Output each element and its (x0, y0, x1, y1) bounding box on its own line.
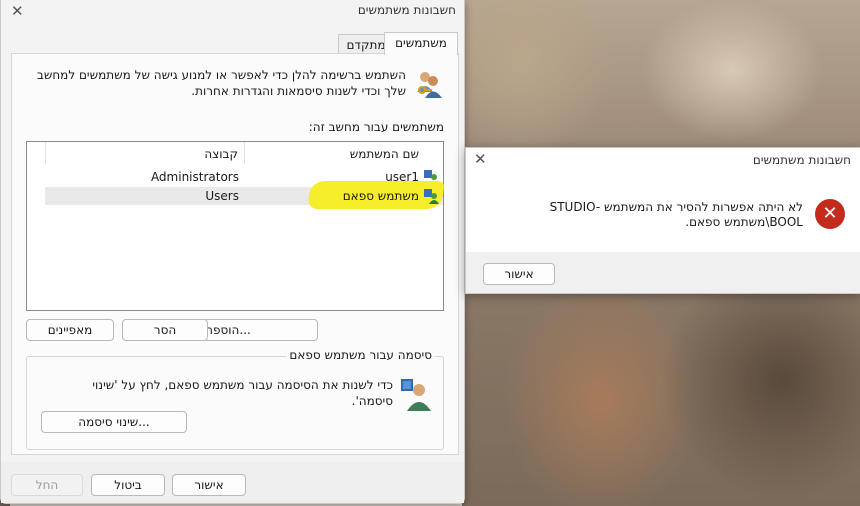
error-dialog: חשבונות משתמשים ✕ ✕ לא היתה אפשרות להסיר… (465, 147, 860, 294)
error-icon: ✕ (815, 199, 845, 229)
close-icon[interactable]: ✕ (11, 2, 24, 20)
password-groupbox: סיסמה עבור משתמש ספאם כדי לשנות את הסיסמ… (26, 348, 444, 450)
password-group-legend: סיסמה עבור משתמש ספאם (286, 348, 435, 362)
dialog-footer: אישור ביטול החל (1, 462, 464, 503)
title-bar: חשבונות משתמשים ✕ (1, 0, 464, 22)
row-username: משתמש ספאם (342, 189, 419, 203)
users-keys-icon (417, 72, 442, 98)
intro-text: השתמש ברשימה להלן כדי לאפשר או למנוע גיש… (36, 68, 406, 98)
user-accounts-dialog: חשבונות משתמשים ✕ משתמשים מתקדם השתמש בר… (0, 0, 465, 504)
password-help-text: כדי לשנות את הסיסמה עבור משתמש ספאם, לחץ… (92, 378, 393, 408)
column-header-group[interactable]: קבוצה (47, 142, 245, 164)
users-tab-panel: השתמש ברשימה להלן כדי לאפשר או למנוע גיש… (11, 53, 459, 455)
error-dialog-footer: אישור (466, 252, 860, 293)
user-icon (424, 189, 439, 204)
properties-button[interactable]: מאפיינים (26, 319, 114, 341)
column-header-username[interactable]: שם המשתמש (245, 142, 443, 164)
row-group: Users (205, 189, 239, 203)
error-message: לא היתה אפשרות להסיר את המשתמש STUDIO-BO… (549, 200, 803, 229)
table-row-selected[interactable]: משתמש ספאם Users (45, 181, 445, 209)
users-list-label: משתמשים עבור מחשב זה: (308, 120, 444, 134)
error-ok-button[interactable]: אישור (483, 263, 555, 285)
tab-users[interactable]: משתמשים (384, 32, 458, 55)
ok-button[interactable]: אישור (172, 474, 246, 496)
window-title: חשבונות משתמשים (357, 3, 456, 17)
row-group: Administrators (150, 170, 239, 184)
apply-button[interactable]: החל (11, 474, 83, 496)
header-separator (45, 142, 46, 164)
cancel-button[interactable]: ביטול (91, 474, 165, 496)
error-dialog-title: חשבונות משתמשים (752, 153, 851, 167)
change-password-button[interactable]: שינוי סיסמה... (41, 411, 187, 433)
users-listview[interactable]: שם המשתמש קבוצה user1 Administrators משת… (26, 141, 445, 311)
remove-button[interactable]: הסר (122, 319, 208, 341)
user-password-icon (401, 379, 431, 411)
close-icon[interactable]: ✕ (474, 150, 487, 168)
